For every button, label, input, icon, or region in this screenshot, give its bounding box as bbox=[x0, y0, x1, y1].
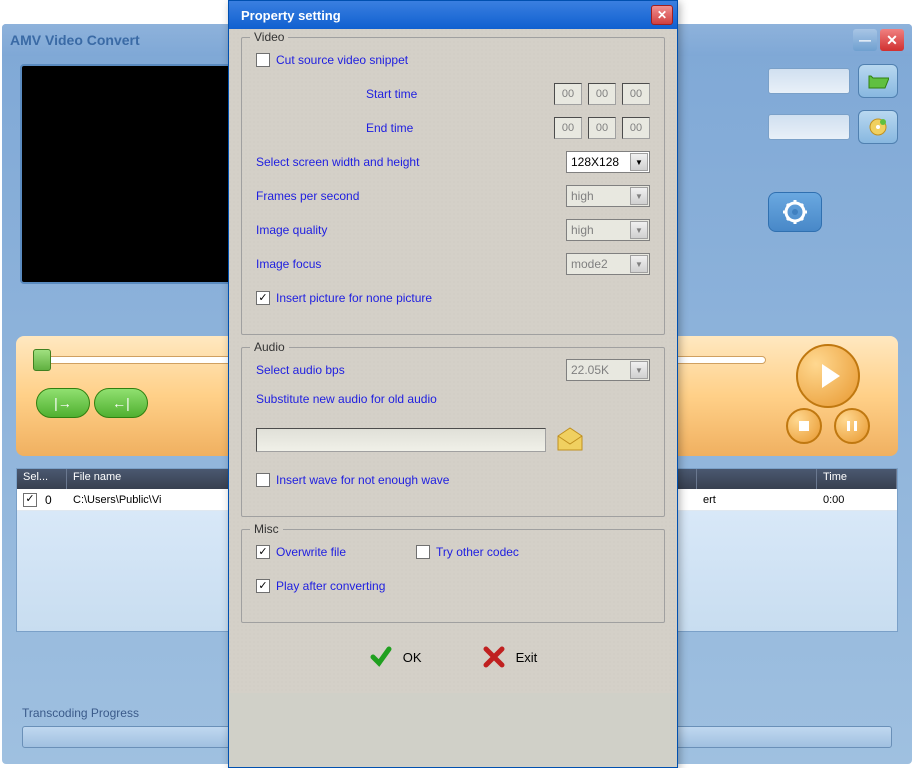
video-preview bbox=[20, 64, 240, 284]
audio-legend: Audio bbox=[250, 340, 289, 354]
seek-handle[interactable] bbox=[33, 349, 51, 371]
overwrite-checkbox[interactable] bbox=[256, 545, 270, 559]
play-icon bbox=[822, 364, 840, 388]
quality-select[interactable]: high ▼ bbox=[566, 219, 650, 241]
chevron-down-icon: ▼ bbox=[630, 255, 648, 273]
column-sel[interactable]: Sel... bbox=[17, 469, 67, 489]
minimize-button[interactable]: — bbox=[853, 29, 877, 51]
play-button[interactable] bbox=[796, 344, 860, 408]
focus-label: Image focus bbox=[256, 257, 566, 271]
video-legend: Video bbox=[250, 30, 288, 44]
insert-wave-checkbox[interactable] bbox=[256, 473, 270, 487]
audio-bps-select[interactable]: 22.05K ▼ bbox=[566, 359, 650, 381]
video-group: Video Cut source video snippet Start tim… bbox=[241, 37, 665, 335]
column-time[interactable]: Time bbox=[817, 469, 897, 489]
chevron-down-icon: ▼ bbox=[630, 153, 648, 171]
row-checkbox[interactable] bbox=[23, 493, 37, 507]
output-file-field[interactable] bbox=[768, 114, 850, 140]
end-time-label: End time bbox=[256, 121, 554, 135]
substitute-audio-label: Substitute new audio for old audio bbox=[256, 392, 437, 406]
end-ss[interactable]: 00 bbox=[622, 117, 650, 139]
mark-end-button[interactable]: ←| bbox=[94, 388, 148, 418]
property-setting-dialog: Property setting ✕ Video Cut source vide… bbox=[228, 0, 678, 768]
row-time: 0:00 bbox=[817, 492, 897, 508]
row-index: 0 bbox=[45, 493, 52, 507]
chevron-down-icon: ▼ bbox=[630, 221, 648, 239]
screen-size-select[interactable]: 128X128 ▼ bbox=[566, 151, 650, 173]
mark-start-button[interactable]: |→ bbox=[36, 388, 90, 418]
browse-audio-button[interactable] bbox=[554, 426, 586, 454]
start-mm[interactable]: 00 bbox=[588, 83, 616, 105]
insert-picture-label: Insert picture for none picture bbox=[276, 291, 650, 305]
misc-legend: Misc bbox=[250, 522, 283, 536]
stop-icon bbox=[799, 421, 809, 431]
fps-label: Frames per second bbox=[256, 189, 566, 203]
start-time-label: Start time bbox=[256, 87, 554, 101]
screen-size-label: Select screen width and height bbox=[256, 155, 566, 169]
settings-button[interactable] bbox=[768, 192, 822, 232]
end-hh[interactable]: 00 bbox=[554, 117, 582, 139]
row-status: ert bbox=[697, 492, 817, 508]
cut-source-label: Cut source video snippet bbox=[276, 53, 650, 67]
gear-icon bbox=[782, 199, 808, 225]
insert-wave-label: Insert wave for not enough wave bbox=[276, 473, 650, 487]
dialog-title: Property setting bbox=[241, 8, 651, 23]
audio-path-input[interactable] bbox=[256, 428, 546, 452]
play-after-checkbox[interactable] bbox=[256, 579, 270, 593]
start-ss[interactable]: 00 bbox=[622, 83, 650, 105]
play-after-label: Play after converting bbox=[276, 579, 650, 593]
check-icon bbox=[369, 645, 393, 669]
focus-select[interactable]: mode2 ▼ bbox=[566, 253, 650, 275]
audio-bps-label: Select audio bps bbox=[256, 363, 566, 377]
try-codec-checkbox[interactable] bbox=[416, 545, 430, 559]
ok-button[interactable]: OK bbox=[369, 645, 422, 669]
dialog-titlebar[interactable]: Property setting ✕ bbox=[229, 1, 677, 29]
stop-button[interactable] bbox=[786, 408, 822, 444]
pause-button[interactable] bbox=[834, 408, 870, 444]
open-file-button[interactable] bbox=[858, 64, 898, 98]
insert-picture-checkbox[interactable] bbox=[256, 291, 270, 305]
exit-button[interactable]: Exit bbox=[482, 645, 538, 669]
overwrite-label: Overwrite file bbox=[276, 545, 416, 559]
input-file-field[interactable] bbox=[768, 68, 850, 94]
disc-icon bbox=[868, 117, 888, 137]
x-icon bbox=[482, 645, 506, 669]
end-mm[interactable]: 00 bbox=[588, 117, 616, 139]
folder-open-icon bbox=[867, 72, 889, 90]
save-disc-button[interactable] bbox=[858, 110, 898, 144]
chevron-down-icon: ▼ bbox=[630, 361, 648, 379]
misc-group: Misc Overwrite file Try other codec Play… bbox=[241, 529, 665, 623]
quality-label: Image quality bbox=[256, 223, 566, 237]
try-codec-label: Try other codec bbox=[436, 545, 650, 559]
fps-select[interactable]: high ▼ bbox=[566, 185, 650, 207]
pause-icon bbox=[847, 421, 857, 431]
close-button[interactable]: ✕ bbox=[880, 29, 904, 51]
start-hh[interactable]: 00 bbox=[554, 83, 582, 105]
column-status[interactable] bbox=[697, 469, 817, 489]
cut-source-checkbox[interactable] bbox=[256, 53, 270, 67]
dialog-close-button[interactable]: ✕ bbox=[651, 5, 673, 25]
chevron-down-icon: ▼ bbox=[630, 187, 648, 205]
audio-group: Audio Select audio bps 22.05K ▼ Substitu… bbox=[241, 347, 665, 517]
